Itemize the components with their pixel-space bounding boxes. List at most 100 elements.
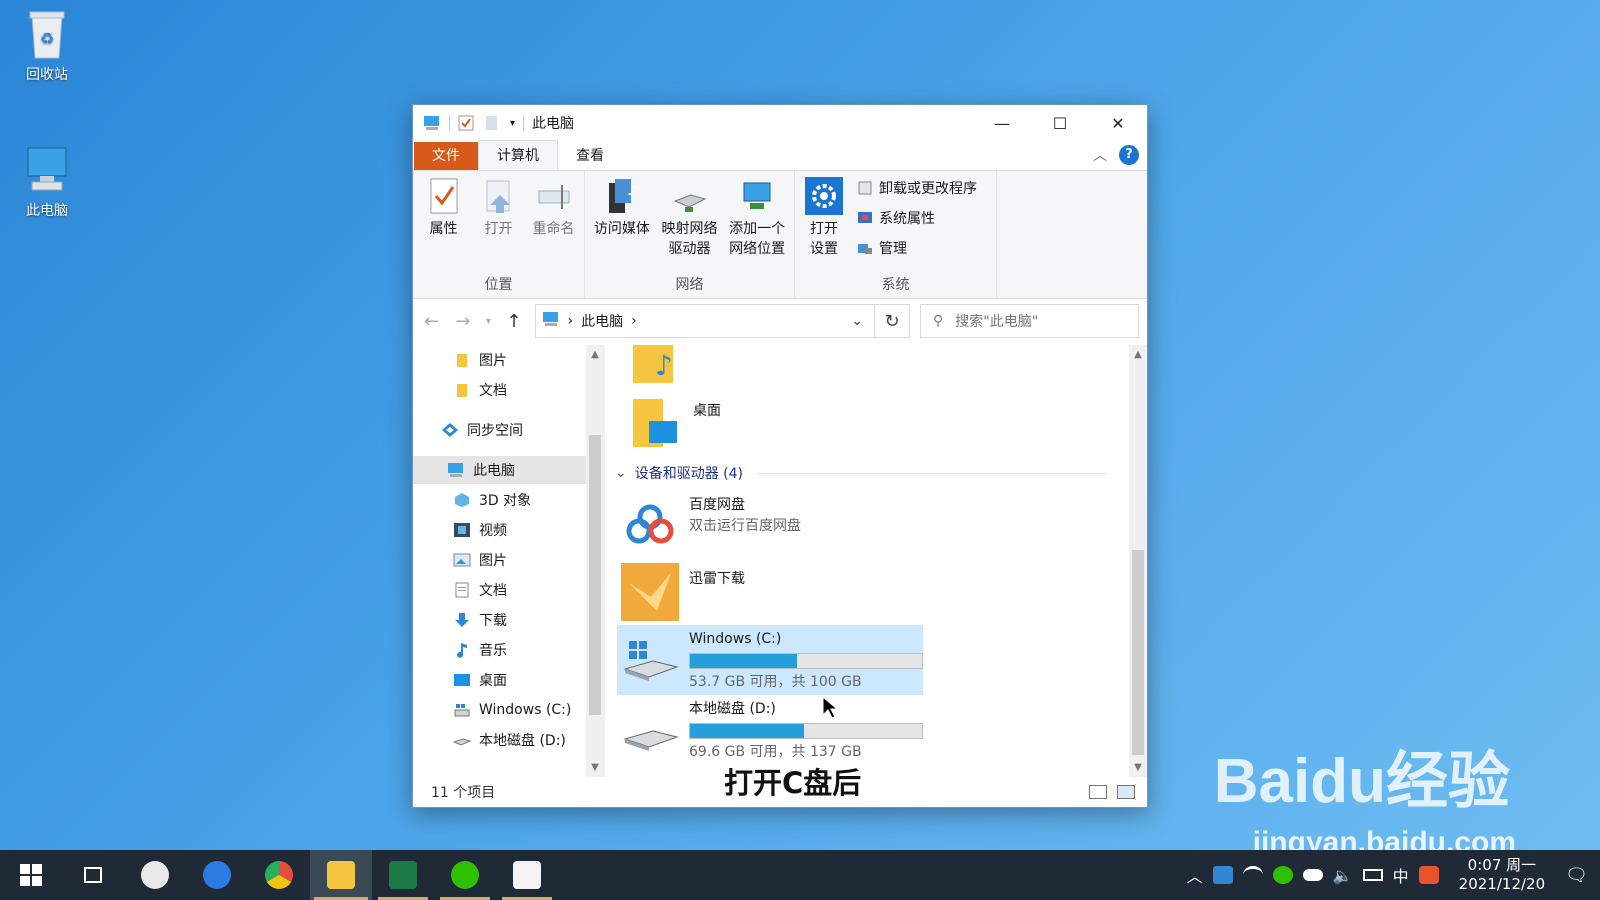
forward-arrow-icon[interactable]: → (452, 311, 473, 332)
tiles-view-icon[interactable] (1117, 785, 1135, 799)
volume-icon[interactable]: 🔈 (1333, 866, 1353, 885)
open-button[interactable]: 打开 (474, 177, 523, 274)
system-properties-button[interactable]: 系统属性 (857, 207, 977, 229)
drive-c-tile[interactable]: Windows (C:) 53.7 GB 可用，共 100 GB (617, 625, 923, 695)
bluetooth-tray-icon[interactable] (1212, 866, 1233, 884)
tab-file[interactable]: 文件 (414, 142, 478, 170)
recycle-bin-icon: ♻ (22, 8, 72, 60)
security-tray-icon[interactable] (1272, 866, 1293, 884)
nav-item-videos[interactable]: 视频 (453, 516, 507, 544)
taskbar: ︿ 🔈 中 0:07 周一 2021/12/20 🗨 (0, 850, 1600, 900)
add-location-label-2: 网络位置 (729, 241, 786, 257)
help-icon[interactable]: ? (1119, 145, 1139, 165)
music-folder-tile[interactable]: ♪ (625, 345, 683, 389)
nav-item-sync-space[interactable]: 同步空间 (441, 416, 523, 444)
back-arrow-icon[interactable]: ← (421, 311, 442, 332)
recent-dropdown-icon[interactable]: ▾ (484, 316, 494, 327)
scroll-up-icon[interactable]: ▲ (1129, 349, 1147, 360)
properties-button[interactable]: 属性 (419, 177, 468, 274)
nav-item-music[interactable]: 音乐 (453, 636, 507, 664)
tab-view[interactable]: 查看 (558, 142, 622, 170)
gear-icon (805, 177, 843, 217)
taskbar-clock[interactable]: 0:07 周一 2021/12/20 (1459, 856, 1545, 894)
scroll-thumb[interactable] (589, 435, 601, 715)
minimize-button[interactable]: — (973, 105, 1031, 141)
baidu-netdisk-tile[interactable]: 百度网盘 双击运行百度网盘 (621, 495, 801, 553)
close-button[interactable]: ✕ (1089, 105, 1147, 141)
chevron-down-icon[interactable]: ⌄ (615, 465, 627, 481)
nav-item-drive-c[interactable]: Windows (C:) (453, 696, 571, 724)
properties-check-icon[interactable] (458, 115, 476, 131)
windows-logo-icon (20, 864, 42, 886)
nav-item-desktop[interactable]: 桌面 (453, 666, 507, 694)
chevron-up-icon[interactable]: ︿ (1187, 863, 1203, 887)
group-label-system: 系统 (881, 277, 910, 293)
taskbar-app-image-viewer[interactable] (496, 850, 558, 900)
taskbar-app-excel[interactable] (372, 850, 434, 900)
address-bar[interactable]: › 此电脑 › ⌄ (534, 304, 876, 338)
taskbar-app-chrome[interactable] (248, 850, 310, 900)
drive-icon (452, 732, 472, 748)
scroll-down-icon[interactable]: ▼ (586, 762, 604, 773)
nav-scrollbar[interactable]: ▲ ▼ (586, 345, 604, 777)
refresh-button[interactable]: ↻ (875, 304, 911, 338)
taskbar-app-file-explorer[interactable] (310, 850, 372, 900)
open-icon (480, 177, 518, 217)
breadcrumb-chevron-icon[interactable]: › (631, 313, 637, 329)
tab-computer[interactable]: 计算机 (478, 140, 558, 170)
desktop-folder-tile[interactable]: 桌面 (625, 395, 721, 453)
up-arrow-icon[interactable]: ↑ (503, 311, 524, 332)
scroll-up-icon[interactable]: ▲ (586, 349, 604, 360)
map-network-drive-button[interactable]: 映射网络 驱动器 (659, 177, 721, 274)
nav-item-this-pc[interactable]: 此电脑 (413, 456, 587, 484)
collapse-ribbon-icon[interactable]: ︿ (1093, 145, 1107, 165)
desktop-recycle-bin[interactable]: ♻ 回收站 (12, 8, 82, 84)
search-input[interactable]: ⚲ 搜索"此电脑" (920, 304, 1140, 338)
rename-button[interactable]: 重命名 (529, 177, 578, 274)
taskbar-app-clock[interactable] (124, 850, 186, 900)
new-folder-icon[interactable] (484, 115, 502, 131)
start-button[interactable] (0, 850, 62, 900)
desktop-this-pc[interactable]: 此电脑 (12, 144, 82, 220)
manage-button[interactable]: 管理 (857, 237, 977, 259)
breadcrumb-chevron-icon[interactable]: › (568, 313, 574, 329)
access-media-button[interactable]: ♪ 访问媒体 (591, 177, 653, 274)
nav-item-documents[interactable]: 文档 (453, 576, 507, 604)
wifi-icon[interactable] (1242, 866, 1263, 884)
task-view-button[interactable] (62, 850, 124, 900)
ime-indicator[interactable]: 中 (1393, 863, 1409, 887)
ribbon-group-location: 属性 打开 重命名 位置 (413, 171, 585, 298)
search-placeholder: 搜索"此电脑" (955, 314, 1039, 330)
xunlei-download-tile[interactable]: 迅雷下载 (621, 563, 745, 621)
system-properties-label: 系统属性 (879, 211, 935, 227)
content-scrollbar[interactable]: ▲ ▼ (1129, 345, 1147, 777)
baidu-netdisk-icon (621, 495, 679, 553)
title-bar[interactable]: ▾ 此电脑 — ☐ ✕ (413, 105, 1147, 141)
battery-icon[interactable] (1362, 869, 1383, 881)
nav-item-3d-objects[interactable]: 3D 对象 (453, 486, 531, 514)
breadcrumb[interactable]: 此电脑 (581, 311, 623, 331)
sogou-ime-icon[interactable] (1418, 866, 1439, 884)
notification-icon[interactable]: 🗨 (1565, 865, 1588, 886)
drive-d-tile[interactable]: 本地磁盘 (D:) 69.6 GB 可用，共 137 GB (621, 699, 923, 763)
nav-item-drive-d[interactable]: 本地磁盘 (D:) (452, 726, 566, 754)
folder-icon (453, 352, 471, 368)
address-dropdown-icon[interactable]: ⌄ (840, 313, 874, 329)
customize-dropdown-icon[interactable]: ▾ (510, 118, 515, 129)
nav-item-downloads[interactable]: 下载 (453, 606, 507, 634)
open-settings-button[interactable]: 打开 设置 (801, 177, 847, 274)
cloud-icon[interactable] (1302, 869, 1323, 881)
maximize-button[interactable]: ☐ (1031, 105, 1089, 141)
details-view-icon[interactable] (1089, 785, 1107, 799)
devices-group-header[interactable]: ⌄ 设备和驱动器 (4) (615, 463, 1108, 483)
nav-item-documents-quick[interactable]: 文档 (453, 376, 507, 404)
nav-item-pictures[interactable]: 图片 (453, 546, 507, 574)
add-network-location-button[interactable]: 添加一个 网络位置 (726, 177, 788, 274)
scroll-down-icon[interactable]: ▼ (1129, 762, 1147, 773)
taskbar-app-sogou[interactable] (186, 850, 248, 900)
ribbon-group-network: ♪ 访问媒体 映射网络 驱动器 添加一个 网络位置 网络 (585, 171, 795, 298)
scroll-thumb[interactable] (1132, 550, 1144, 755)
nav-item-pictures-quick[interactable]: 图片 (453, 346, 507, 374)
uninstall-programs-button[interactable]: 卸载或更改程序 (857, 177, 977, 199)
taskbar-app-wechat[interactable] (434, 850, 496, 900)
